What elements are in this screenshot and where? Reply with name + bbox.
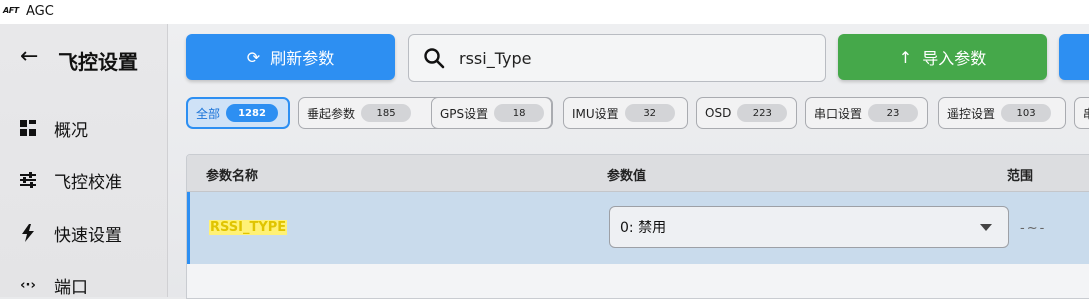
sliders-icon	[18, 170, 38, 190]
table-row[interactable]: RSSI_TYPE 0: 禁用 -~-	[187, 192, 1089, 264]
param-name: RSSI_TYPE	[209, 220, 288, 235]
filter-chip-count: 32	[624, 104, 675, 122]
filter-chip-gps[interactable]: GPS设置 18	[431, 97, 552, 129]
sidebar-item-label: 快速设置	[54, 225, 122, 246]
filter-chip-label: 全部	[196, 106, 221, 121]
filter-chip-rc[interactable]: 遥控设置 103	[938, 97, 1066, 129]
back-arrow-icon[interactable]: ←	[20, 46, 38, 68]
filter-chip-label: 垂起参数	[307, 106, 356, 121]
main-panel: ⟳ 刷新参数 ↑ 导入参数 全部 1282 垂起参数 185 GPS设置 18 …	[168, 24, 1089, 299]
filter-chip-count: 1282	[226, 104, 279, 122]
refresh-icon: ⟳	[246, 47, 261, 67]
sidebar-item-label: 概况	[54, 120, 88, 141]
more-action-button[interactable]	[1059, 34, 1089, 80]
filter-chip-count: 223	[737, 104, 788, 122]
search-input[interactable]	[457, 47, 821, 69]
filter-chip-more[interactable]: 串	[1074, 97, 1089, 129]
search-box[interactable]	[408, 34, 826, 82]
lightning-icon	[18, 223, 38, 243]
category-filter-bar: 全部 1282 垂起参数 185 GPS设置 18 IMU设置 32 OSD 2…	[186, 97, 1089, 133]
column-header-range: 范围	[1007, 169, 1034, 184]
arrow-up-icon: ↑	[898, 47, 913, 67]
search-icon	[424, 48, 445, 69]
search-highlight: RSSI_TYPE	[209, 220, 288, 235]
port-icon: ‹·›	[20, 277, 36, 293]
selected-value: 0: 禁用	[620, 220, 667, 236]
sidebar-item-ports[interactable]: ‹·› 端口	[18, 271, 158, 299]
filter-chip-imu[interactable]: IMU设置 32	[563, 97, 688, 129]
filter-chip-count: 18	[494, 104, 545, 122]
column-header-value: 参数值	[607, 169, 647, 184]
filter-chip-label: 串口设置	[814, 106, 863, 121]
refresh-params-label: 刷新参数	[270, 49, 335, 68]
filter-chip-label: 遥控设置	[947, 106, 996, 121]
param-table: 参数名称 参数值 范围 RSSI_TYPE 0: 禁用 -~-	[186, 154, 1089, 299]
sidebar: ← 飞控设置 概况 飞控校准 快速设置 ‹·› 端口	[0, 24, 168, 299]
window-title: AGC	[26, 4, 54, 19]
filter-chip-label: GPS设置	[440, 106, 489, 121]
filter-chip-count: 23	[868, 104, 919, 122]
sidebar-item-label: 端口	[54, 277, 88, 298]
sidebar-item-overview[interactable]: 概况	[18, 114, 158, 142]
filter-chip-serial[interactable]: 串口设置 23	[805, 97, 928, 129]
sidebar-item-quick-setup[interactable]: 快速设置	[18, 219, 158, 247]
param-range: -~-	[1020, 221, 1047, 236]
filter-chip-count: 103	[1001, 104, 1052, 122]
sidebar-item-calibration[interactable]: 飞控校准	[18, 166, 158, 194]
filter-chip-label: OSD	[705, 106, 732, 120]
filter-chip-all[interactable]: 全部 1282	[186, 97, 290, 129]
dashboard-icon	[18, 118, 38, 138]
param-value-dropdown[interactable]: 0: 禁用	[609, 206, 1009, 248]
filter-chip-label: IMU设置	[572, 106, 619, 121]
sidebar-item-label: 飞控校准	[54, 172, 122, 193]
column-header-name: 参数名称	[206, 169, 259, 184]
sidebar-title: 飞控设置	[58, 50, 138, 74]
table-header: 参数名称 参数值 范围	[187, 155, 1089, 192]
import-params-label: 导入参数	[922, 49, 987, 68]
app-logo: AFT	[3, 6, 19, 15]
filter-chip-count: 185	[361, 104, 412, 122]
chevron-down-icon	[980, 224, 992, 231]
import-params-button[interactable]: ↑ 导入参数	[838, 34, 1047, 80]
refresh-params-button[interactable]: ⟳ 刷新参数	[186, 34, 395, 80]
filter-chip-label: 串	[1083, 105, 1089, 122]
title-bar: AFT AGC	[0, 0, 1089, 24]
filter-chip-osd[interactable]: OSD 223	[696, 97, 797, 129]
